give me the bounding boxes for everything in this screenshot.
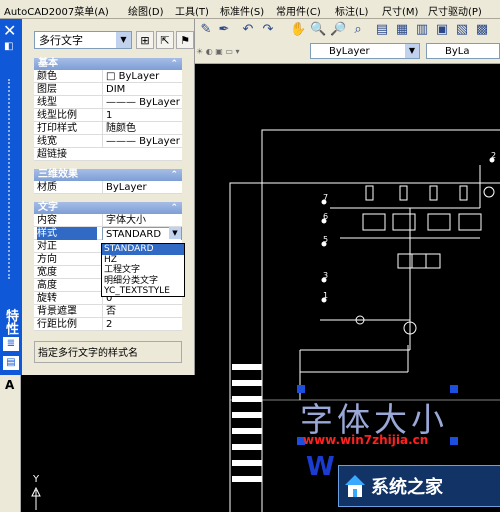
port-label: 2 xyxy=(491,151,497,160)
pan-icon[interactable]: ✋ xyxy=(290,22,306,38)
port-label: 7 xyxy=(323,193,329,202)
linetype-combo[interactable]: ByLa xyxy=(426,43,500,59)
house-icon xyxy=(345,475,365,497)
text-tool-button[interactable]: A xyxy=(5,378,14,392)
properties-icon[interactable]: ▤ xyxy=(374,22,390,38)
redo-icon[interactable]: ↷ xyxy=(260,22,276,38)
watermark-url: www.win7zhijia.cn xyxy=(303,433,429,447)
standard-toolbar: ✎ ✒ ↶ ↷ ✋ 🔍 🔎 ⌕ ▤ ▦ ▥ ▣ ▧ ▩ xyxy=(194,19,500,42)
menu-size[interactable]: 尺寸(M) xyxy=(382,3,418,18)
markup-icon[interactable]: ▧ xyxy=(454,22,470,38)
palette-title: 特性 xyxy=(3,309,18,335)
port-label: 1 xyxy=(323,291,329,300)
chevron-down-icon: ▼ xyxy=(116,32,131,48)
match-properties-icon[interactable]: ✒ xyxy=(216,22,232,38)
menu-size-drive[interactable]: 尺寸驱动(P) xyxy=(428,3,482,18)
toggle-pickadd-icon[interactable]: ⊞ xyxy=(136,31,154,49)
watermark-letter: W xyxy=(306,452,337,482)
zoom-realtime-icon[interactable]: 🔍 xyxy=(310,22,326,38)
menu-tools[interactable]: 工具(T) xyxy=(175,3,209,18)
sheet-set-icon[interactable]: ▣ xyxy=(434,22,450,38)
port-label: 3 xyxy=(323,271,329,280)
layer-icons[interactable]: ☀ ◐ ▣ ▭ ▾ xyxy=(196,44,306,60)
properties-toolbar: ☀ ◐ ▣ ▭ ▾ ByLayer ▼ ByLa xyxy=(194,41,500,64)
select-objects-icon[interactable]: ⇱ xyxy=(156,31,174,49)
ucs-y-label: Y xyxy=(33,474,40,485)
drag-grip[interactable] xyxy=(8,79,16,279)
site-logo: 系统之家 xyxy=(338,465,500,507)
zoom-window-icon[interactable]: 🔎 xyxy=(330,22,346,38)
logo-text: 系统之家 xyxy=(371,477,443,498)
calculator-icon[interactable]: ▩ xyxy=(474,22,490,38)
menu-standard-parts[interactable]: 标准件(S) xyxy=(220,3,264,18)
tool-palette-icon[interactable]: ▥ xyxy=(414,22,430,38)
color-combo-value: ByLayer xyxy=(329,46,370,57)
menu-draw[interactable]: 绘图(D) xyxy=(128,3,164,18)
menu-dimension[interactable]: 标注(L) xyxy=(335,3,368,18)
object-type-select[interactable]: 多行文字 ▼ xyxy=(34,31,132,49)
autohide-icon[interactable]: ◧ xyxy=(4,41,13,52)
menu-autocad2007[interactable]: AutoCAD2007菜单(A) xyxy=(4,3,109,18)
close-icon[interactable]: ✕ xyxy=(3,21,16,40)
port-label: 6 xyxy=(323,212,329,221)
undo-icon[interactable]: ↶ xyxy=(240,22,256,38)
chevron-down-icon: ▼ xyxy=(405,44,419,58)
menu-common-parts[interactable]: 常用件(C) xyxy=(276,3,321,18)
quick-select-icon[interactable]: ⚑ xyxy=(176,31,194,49)
palette-menu-icon[interactable]: ▤ xyxy=(3,356,19,370)
brush-icon[interactable]: ✎ xyxy=(198,22,214,38)
text-toolbar-vertical: A xyxy=(0,375,21,512)
color-combo[interactable]: ByLayer ▼ xyxy=(310,43,420,59)
menu-bar: AutoCAD2007菜单(A) 绘图(D) 工具(T) 标准件(S) 常用件(… xyxy=(0,0,500,19)
linetype-combo-value: ByLa xyxy=(445,46,470,57)
object-type-value: 多行文字 xyxy=(39,34,83,47)
palette-options-icon[interactable]: ≣ xyxy=(3,337,19,351)
port-label: 5 xyxy=(323,235,329,244)
design-center-icon[interactable]: ▦ xyxy=(394,22,410,38)
palette-titlebar: ✕ ◧ 特性 ≣ ▤ xyxy=(0,19,22,375)
zoom-previous-icon[interactable]: ⌕ xyxy=(350,22,366,38)
